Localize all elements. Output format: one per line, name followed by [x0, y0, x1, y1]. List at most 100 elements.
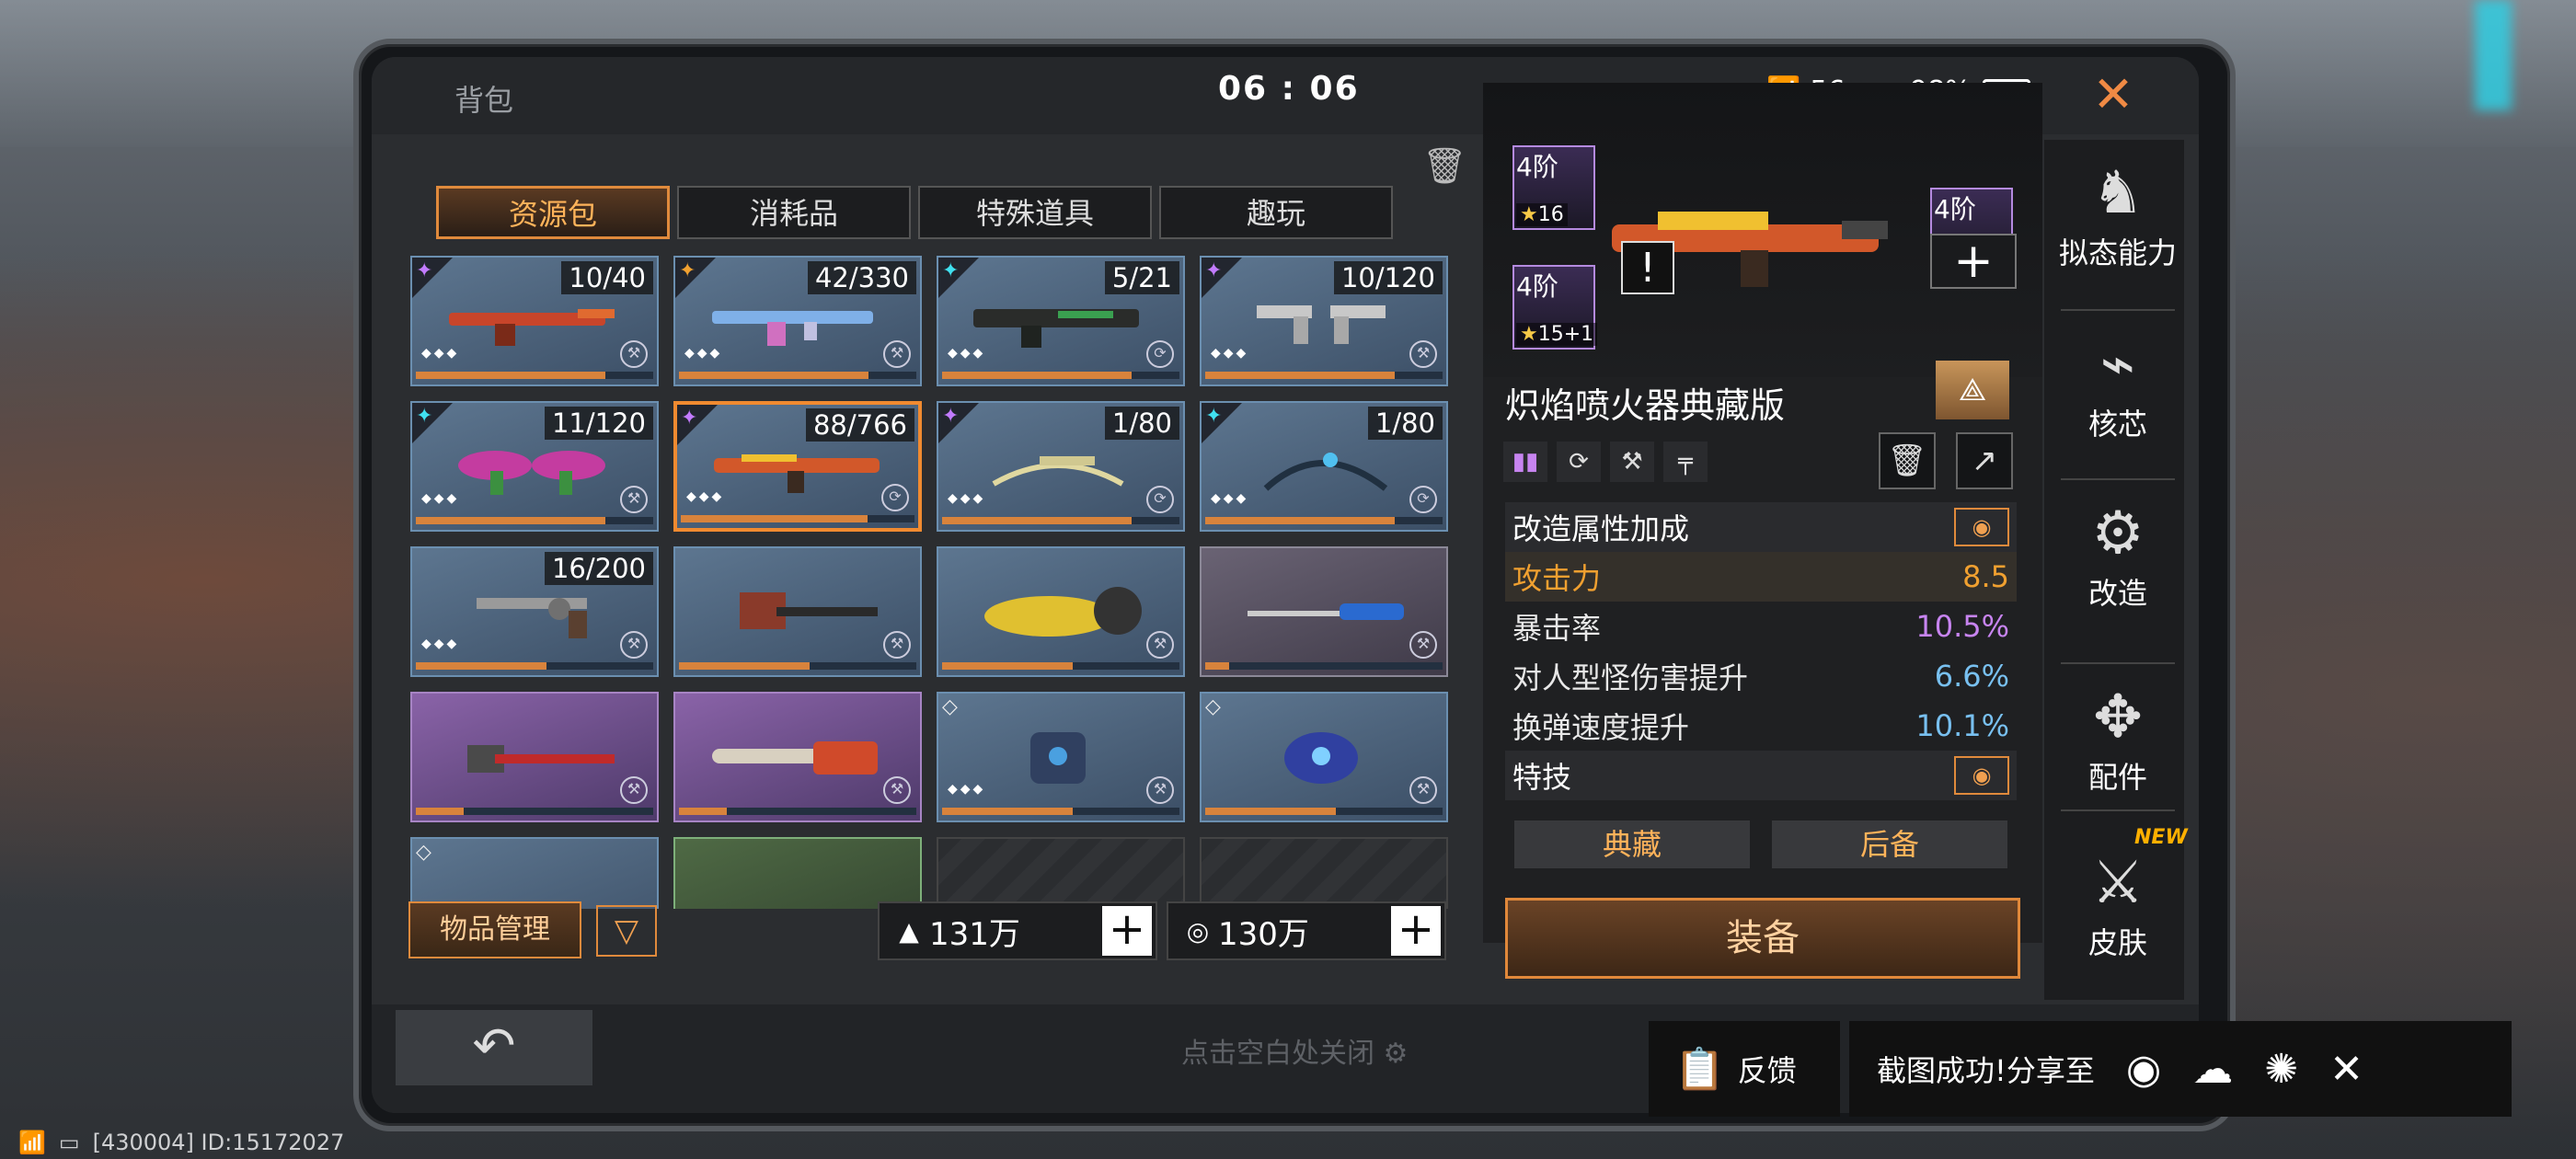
progress-bar: [1205, 662, 1443, 670]
star-rating: ◆◆◆: [421, 491, 460, 506]
item-slot[interactable]: ◇ ◆◆◆ ⚒: [937, 692, 1185, 822]
feedback-button[interactable]: 📋 反馈: [1649, 1021, 1840, 1117]
attribute-row: 换弹速度提升 10.1%: [1505, 701, 2017, 751]
attribute-label: 暴击率: [1512, 611, 1602, 646]
item-slot[interactable]: ⚒: [1200, 546, 1448, 677]
nav-accessories[interactable]: ✥ 配件: [2048, 681, 2188, 797]
weibo-icon[interactable]: ◉: [2126, 1046, 2161, 1093]
item-slot[interactable]: ✦ 1/80 ◆◆◆ ⟳: [1200, 401, 1448, 532]
tool-icon: ⚒: [883, 776, 911, 804]
rifle-icon: [449, 309, 615, 346]
eye-icon[interactable]: ◉: [1954, 508, 2009, 546]
item-slot[interactable]: ✦ 10/120 ◆◆◆ ⚒: [1200, 256, 1448, 386]
share-button[interactable]: ↗: [1956, 432, 2013, 489]
tool-icon: ⚒: [1610, 442, 1654, 482]
nav-label: 核芯: [2087, 407, 2147, 442]
nav-mimic-ability[interactable]: ♞ 拟态能力: [2048, 156, 2188, 272]
battery-icon: ▭: [58, 1130, 80, 1155]
tab-special-items[interactable]: 特殊道具: [918, 186, 1152, 239]
wifi-icon: 📶: [18, 1130, 46, 1155]
attribute-row: 对人型怪伤害提升 6.6%: [1505, 651, 2017, 701]
tab-fun[interactable]: 趣玩: [1159, 186, 1393, 239]
skill-tab-collection[interactable]: 典藏: [1514, 820, 1750, 868]
nav-skin[interactable]: ⚔ 皮肤: [2048, 846, 2188, 962]
filter-button[interactable]: ▽: [596, 905, 657, 957]
hammer-icon: [467, 745, 615, 773]
tool-icon: ⚒: [620, 631, 648, 659]
part-level: ★15+1: [1516, 323, 1598, 346]
axe-icon: [740, 592, 878, 629]
rarity-icon: ✦: [942, 405, 960, 428]
item-slot[interactable]: ⚒: [937, 546, 1185, 677]
add-gold-button[interactable]: +: [1102, 906, 1152, 956]
close-button[interactable]: ✕: [2085, 66, 2142, 123]
tool-icon: ⚒: [883, 631, 911, 659]
rarity-icon: ✦: [1205, 405, 1223, 428]
attribute-row: 暴击率 10.5%: [1505, 602, 2017, 651]
nav-core[interactable]: ⌁ 核芯: [2048, 327, 2188, 443]
back-button[interactable]: ↶: [396, 1010, 592, 1085]
moments-icon[interactable]: ✺: [2264, 1046, 2298, 1093]
item-count: 88/766: [805, 408, 914, 442]
screwdriver-icon: [1248, 603, 1404, 620]
add-part-button[interactable]: +: [1930, 234, 2017, 289]
skill-tab-backup[interactable]: 后备: [1772, 820, 2007, 868]
item-slot[interactable]: ✦ 1/80 ◆◆◆ ⟳: [937, 401, 1185, 532]
rarity-icon: ✦: [679, 259, 696, 282]
item-count: 1/80: [1104, 407, 1179, 440]
part-badge-top[interactable]: 4阶 ★16: [1512, 145, 1595, 230]
wechat-icon[interactable]: ☁: [2192, 1046, 2233, 1093]
star-rating: ◆◆◆: [686, 489, 725, 504]
weapon-tags: ▮▮ ⟳ ⚒ ╤: [1503, 442, 1708, 482]
close-icon[interactable]: ✕: [2329, 1046, 2363, 1093]
item-slot[interactable]: 16/200 ◆◆◆ ⚒: [410, 546, 659, 677]
progress-bar: [416, 808, 653, 815]
progress-bar: [681, 515, 914, 522]
item-slot[interactable]: ✦ 10/40 ◆◆◆ ⚒: [410, 256, 659, 386]
recycle-bin-icon[interactable]: 🗑: [1422, 145, 1466, 197]
add-coin-button[interactable]: +: [1391, 906, 1441, 956]
divider: [2061, 809, 2175, 811]
revolver-icon: [477, 598, 587, 638]
delete-button[interactable]: 🗑: [1879, 432, 1936, 489]
info-button[interactable]: !: [1621, 241, 1674, 294]
skill-header: 特技 ◉: [1505, 751, 2017, 800]
progress-bar: [942, 808, 1179, 815]
tool-icon: ⚒: [1409, 776, 1437, 804]
gear-icon: ⚙: [1383, 1038, 1409, 1070]
nav-label: 拟态能力: [2058, 235, 2177, 270]
rifle-icon: [712, 311, 873, 346]
rarity-icon: ✦: [1205, 259, 1223, 282]
equip-button[interactable]: 装备: [1505, 898, 2020, 979]
star-rating: ◆◆◆: [684, 346, 723, 361]
item-slot[interactable]: [673, 837, 922, 909]
part-badge-bottom[interactable]: 4阶 ★15+1: [1512, 265, 1598, 350]
item-slot[interactable]: ✦ 42/330 ◆◆◆ ⚒: [673, 256, 922, 386]
tool-icon: ⟳: [1146, 486, 1174, 513]
item-slot[interactable]: ⚒: [673, 546, 922, 677]
tier-upgrade-button[interactable]: ⟁: [1936, 361, 2009, 419]
progress-bar: [942, 662, 1179, 670]
item-slot-selected[interactable]: ✦ 88/766 ◆◆◆ ⟳: [673, 401, 922, 532]
nav-label: 配件: [2087, 760, 2147, 795]
item-slot[interactable]: ◇: [410, 837, 659, 909]
tab-resource-pack[interactable]: 资源包: [436, 186, 670, 239]
weapon-name: 炽焰喷火器典藏版: [1505, 385, 1786, 426]
item-slot[interactable]: ◇ ⚒: [1200, 692, 1448, 822]
item-management-button[interactable]: 物品管理: [408, 901, 581, 958]
accessory-icon: ✥: [2093, 683, 2143, 752]
close-hint-text: 点击空白处关闭: [1181, 1038, 1374, 1070]
item-slot[interactable]: ⚒: [410, 692, 659, 822]
tab-consumables[interactable]: 消耗品: [677, 186, 911, 239]
share-text: 截图成功!分享至: [1877, 1053, 2095, 1088]
item-slot[interactable]: ✦ 11/120 ◆◆◆ ⚒: [410, 401, 659, 532]
coin-icon: ◎: [1186, 915, 1210, 947]
dual-pistols-icon: [458, 451, 605, 495]
eye-icon[interactable]: ◉: [1954, 756, 2009, 795]
item-slot[interactable]: ⚒: [673, 692, 922, 822]
rarity-icon: ✦: [681, 407, 698, 430]
nav-modify[interactable]: ⚙ 改造: [2048, 497, 2188, 613]
part-tier: 4阶: [1934, 194, 1976, 224]
progress-bar: [679, 662, 916, 670]
item-slot[interactable]: ✦ 5/21 ◆◆◆ ⟳: [937, 256, 1185, 386]
